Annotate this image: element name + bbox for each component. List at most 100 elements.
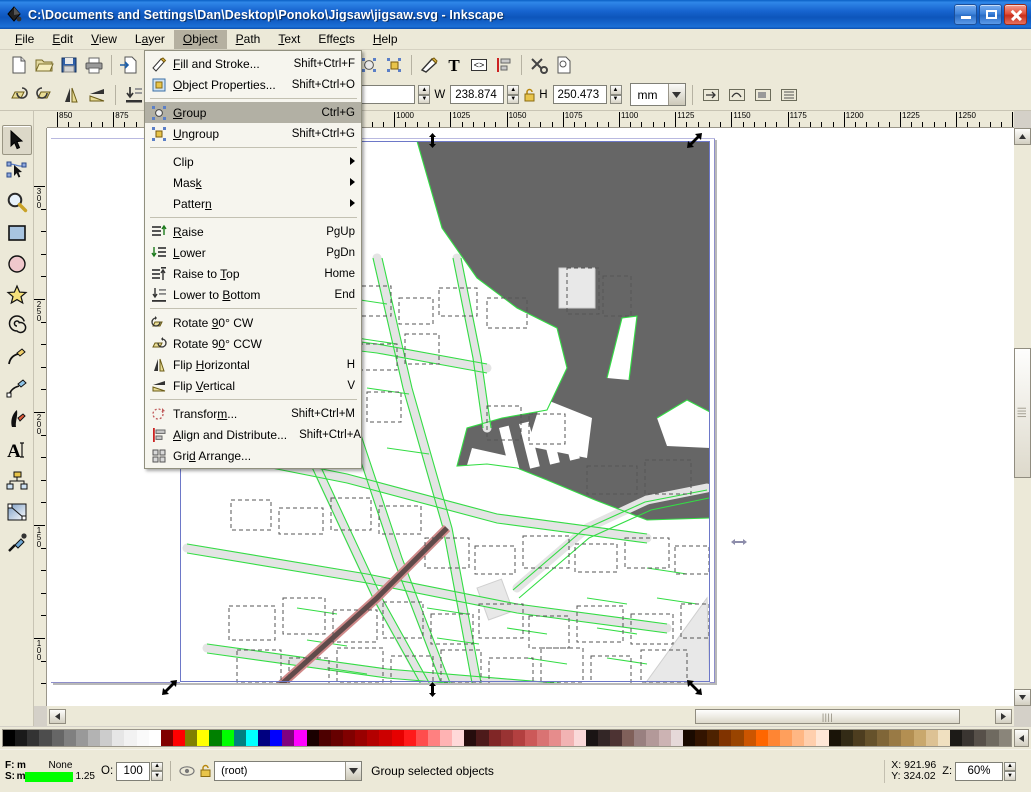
affect-corners-icon[interactable] [725, 83, 749, 106]
opacity-spinner[interactable]: ▲▼ [151, 762, 163, 781]
palette-swatch[interactable] [646, 730, 658, 746]
save-document-icon[interactable] [57, 53, 81, 76]
palette-swatch[interactable] [294, 730, 306, 746]
flip-horizontal-icon[interactable] [59, 83, 83, 106]
palette-swatch[interactable] [476, 730, 488, 746]
palette-swatch[interactable] [938, 730, 950, 746]
fill-stroke-dialog-icon[interactable] [417, 53, 441, 76]
palette-swatch[interactable] [574, 730, 586, 746]
palette-swatch[interactable] [986, 730, 998, 746]
w-spinner[interactable]: ▲▼ [507, 85, 519, 104]
palette-swatch[interactable] [307, 730, 319, 746]
palette-swatch[interactable] [355, 730, 367, 746]
palette-swatch[interactable] [999, 730, 1011, 746]
palette-swatch[interactable] [39, 730, 51, 746]
menu-item-rotate-90-ccw[interactable]: Rotate 90° CCW [145, 333, 361, 354]
lower-to-bottom-icon[interactable] [122, 83, 146, 106]
menu-item-clip[interactable]: Clip [145, 151, 361, 172]
palette-swatch[interactable] [404, 730, 416, 746]
palette-swatch[interactable] [258, 730, 270, 746]
palette-swatch[interactable] [452, 730, 464, 746]
menu-item-flip-vertical[interactable]: Flip VerticalV [145, 375, 361, 396]
calligraphy-tool[interactable] [2, 404, 32, 434]
palette-swatch[interactable] [282, 730, 294, 746]
palette-swatch[interactable] [622, 730, 634, 746]
affect-gradients-icon[interactable] [751, 83, 775, 106]
palette-swatch[interactable] [76, 730, 88, 746]
xml-editor-icon[interactable]: <> [467, 53, 491, 76]
palette-swatch[interactable] [379, 730, 391, 746]
menu-text[interactable]: Text [269, 30, 309, 49]
palette-swatch[interactable] [792, 730, 804, 746]
palette-swatch[interactable] [331, 730, 343, 746]
rectangle-tool[interactable] [2, 218, 32, 248]
menu-edit[interactable]: Edit [43, 30, 82, 49]
palette-swatch[interactable] [501, 730, 513, 746]
palette-swatch[interactable] [816, 730, 828, 746]
palette-swatch[interactable] [756, 730, 768, 746]
palette-swatch[interactable] [112, 730, 124, 746]
menu-item-grid-arrange[interactable]: Grid Arrange... [145, 445, 361, 466]
palette-swatch[interactable] [513, 730, 525, 746]
object-menu-dropdown[interactable]: Fill and Stroke...Shift+Ctrl+FObject Pro… [144, 50, 362, 469]
ellipse-tool[interactable] [2, 249, 32, 279]
menu-item-pattern[interactable]: Pattern [145, 193, 361, 214]
menu-item-lower[interactable]: LowerPgDn [145, 242, 361, 263]
lock-ratio-icon[interactable] [521, 83, 537, 106]
gradient-tool[interactable] [2, 497, 32, 527]
open-document-icon[interactable] [32, 53, 56, 76]
import-icon[interactable] [117, 53, 141, 76]
selection-arrow-icon[interactable] [687, 133, 702, 148]
palette-swatch[interactable] [137, 730, 149, 746]
palette-swatch[interactable] [319, 730, 331, 746]
w-field[interactable]: 238.874 [450, 85, 504, 104]
node-editor-tool[interactable] [2, 156, 32, 186]
document-properties-icon[interactable] [552, 53, 576, 76]
opacity-field[interactable]: 100 [116, 762, 150, 781]
menu-item-flip-horizontal[interactable]: Flip HorizontalH [145, 354, 361, 375]
palette-swatch[interactable] [744, 730, 756, 746]
palette-swatch[interactable] [185, 730, 197, 746]
h-spinner[interactable]: ▲▼ [610, 85, 622, 104]
stroke-color-swatch[interactable] [25, 772, 72, 782]
pen-tool[interactable] [2, 373, 32, 403]
palette-swatch[interactable] [731, 730, 743, 746]
text-properties-icon[interactable]: T [442, 53, 466, 76]
palette-swatch[interactable] [914, 730, 926, 746]
palette-swatch[interactable] [270, 730, 282, 746]
new-document-icon[interactable] [7, 53, 31, 76]
selection-arrow-icon[interactable] [425, 682, 440, 697]
spiral-tool[interactable] [2, 311, 32, 341]
palette-swatch[interactable] [440, 730, 452, 746]
palette-swatch[interactable] [598, 730, 610, 746]
menu-item-transform[interactable]: Transform...Shift+Ctrl+M [145, 403, 361, 424]
selector-tool[interactable] [2, 125, 32, 155]
palette-swatch[interactable] [841, 730, 853, 746]
text-tool[interactable]: A [2, 435, 32, 465]
menu-file[interactable]: File [6, 30, 43, 49]
layer-visible-icon[interactable] [178, 762, 196, 780]
close-button[interactable] [1004, 4, 1027, 25]
scroll-right-button[interactable] [995, 709, 1012, 724]
menu-item-group[interactable]: GroupCtrl+G [145, 102, 361, 123]
layer-selector[interactable]: (root) [214, 761, 362, 781]
palette-swatch[interactable] [100, 730, 112, 746]
palette-swatch[interactable] [962, 730, 974, 746]
palette-swatch[interactable] [27, 730, 39, 746]
menu-path[interactable]: Path [227, 30, 270, 49]
vertical-scrollbar[interactable]: |||| [1014, 128, 1031, 706]
selection-arrow-icon[interactable] [687, 680, 702, 695]
palette-swatch[interactable] [88, 730, 100, 746]
menu-help[interactable]: Help [364, 30, 407, 49]
minimize-button[interactable] [954, 4, 977, 25]
layer-lock-icon[interactable] [196, 762, 214, 780]
palette-swatch[interactable] [634, 730, 646, 746]
menu-object[interactable]: Object [174, 30, 227, 49]
palette-swatch[interactable] [52, 730, 64, 746]
y-spinner[interactable]: ▲▼ [418, 85, 430, 104]
zoom-field[interactable]: 60% [955, 762, 1003, 781]
palette-swatch[interactable] [464, 730, 476, 746]
palette-swatch[interactable] [367, 730, 379, 746]
align-dialog-icon[interactable] [492, 53, 516, 76]
palette-swatch[interactable] [877, 730, 889, 746]
